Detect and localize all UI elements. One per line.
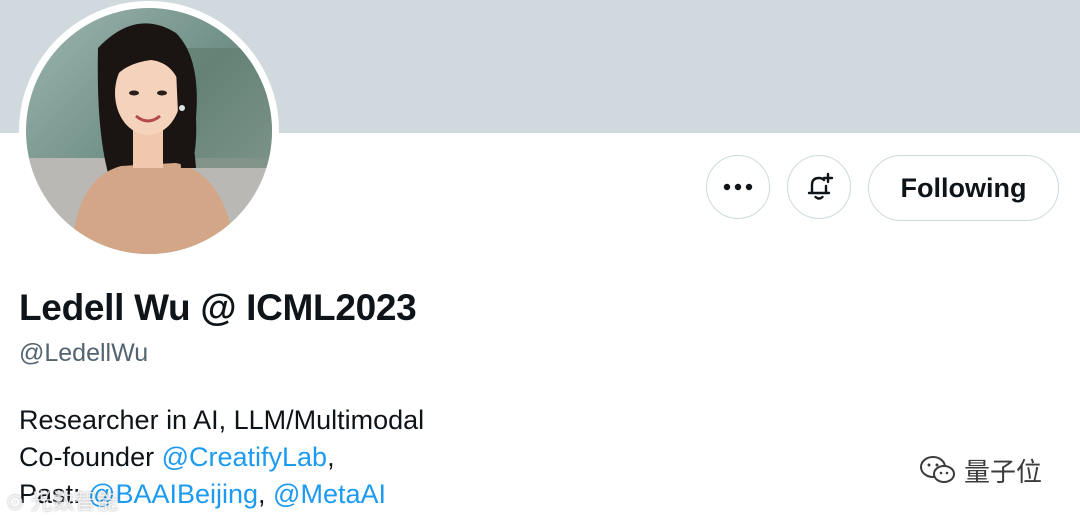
metaai-mention-link[interactable]: @MetaAI: [273, 479, 386, 509]
avatar-photo: [26, 8, 272, 254]
bio-line-2-prefix: Co-founder: [19, 442, 162, 472]
wechat-icon: [920, 456, 955, 483]
bio-line-1: Researcher in AI, LLM/Multimodal: [19, 405, 425, 435]
notify-button[interactable]: [787, 155, 851, 219]
bell-plus-icon: [807, 172, 834, 200]
more-horizontal-icon: [723, 183, 753, 191]
bio-line-2: Co-founder @CreatifyLab,: [19, 439, 424, 476]
watermark-qbitai: 量子位: [918, 452, 1042, 488]
creatifylab-mention-link[interactable]: @CreatifyLab: [162, 442, 327, 472]
bio-line-3-sep: ,: [258, 479, 274, 509]
following-label: Following: [900, 172, 1027, 203]
avatar[interactable]: [19, 1, 279, 261]
watermark-left: ⊙ 光数智能: [6, 489, 119, 514]
more-button[interactable]: [706, 155, 770, 219]
bio-line-2-suffix: ,: [327, 442, 335, 472]
following-button[interactable]: Following: [868, 155, 1059, 221]
watermark-right-text: 量子位: [964, 456, 1043, 487]
display-name: Ledell Wu @ ICML2023: [19, 287, 417, 328]
profile-handle: @LedellWu: [19, 339, 149, 367]
